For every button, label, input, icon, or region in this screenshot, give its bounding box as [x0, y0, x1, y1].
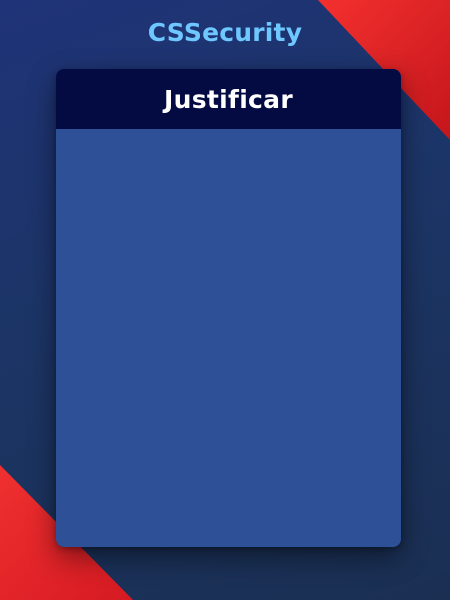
card-title: Justificar	[164, 84, 293, 114]
card-header: Justificar	[56, 69, 401, 129]
brand-title: CSSecurity	[147, 18, 303, 47]
card-body	[56, 129, 401, 547]
justify-card: Justificar	[56, 69, 401, 547]
